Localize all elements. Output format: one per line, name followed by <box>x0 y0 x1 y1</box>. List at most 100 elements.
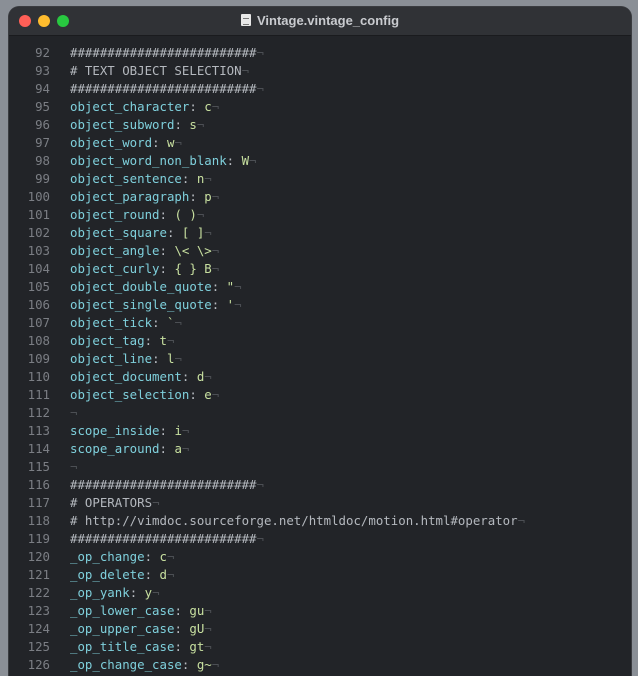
setting-value: \< \> <box>174 243 212 258</box>
code-line[interactable]: 114 scope_around: a¬ <box>9 440 631 458</box>
line-number: 121 <box>27 567 50 582</box>
code-line[interactable]: 116 #########################¬ <box>9 476 631 494</box>
code-line[interactable]: 120 _op_change: c¬ <box>9 548 631 566</box>
line-content: scope_around: a¬ <box>70 440 189 458</box>
code-line[interactable]: 104 object_curly: { } B¬ <box>9 260 631 278</box>
line-content: object_subword: s¬ <box>70 116 204 134</box>
line-number: 99 <box>35 171 50 186</box>
code-line[interactable]: 112 ¬ <box>9 404 631 422</box>
line-number: 113 <box>27 423 50 438</box>
setting-value: gU <box>189 621 205 636</box>
key-separator: : <box>129 585 145 600</box>
code-line[interactable]: 125 _op_title_case: gt¬ <box>9 638 631 656</box>
code-line[interactable]: 100 object_paragraph: p¬ <box>9 188 631 206</box>
setting-key: object_square <box>70 225 167 240</box>
file-icon <box>240 14 251 26</box>
setting-key: scope_around <box>70 441 160 456</box>
code-line[interactable]: 111 object_selection: e¬ <box>9 386 631 404</box>
line-end-marker: ¬ <box>167 333 175 348</box>
comment-text: ######################### <box>70 531 257 546</box>
line-content: object_document: d¬ <box>70 368 212 386</box>
code-line[interactable]: 119 #########################¬ <box>9 530 631 548</box>
setting-value: s <box>189 117 197 132</box>
line-content: object_paragraph: p¬ <box>70 188 219 206</box>
code-line[interactable]: 115 ¬ <box>9 458 631 476</box>
code-editor[interactable]: 92 #########################¬ 93 # TEXT OBJ… <box>9 36 631 674</box>
setting-value: [ ] <box>181 225 205 240</box>
line-end-marker: ¬ <box>204 225 212 240</box>
line-content: object_angle: \< \>¬ <box>70 242 219 260</box>
line-content: object_square: [ ]¬ <box>70 224 212 242</box>
line-number: 107 <box>27 315 50 330</box>
key-separator: : <box>159 207 175 222</box>
comment-text: # http://vimdoc.sourceforge.net/htmldoc/… <box>70 513 518 528</box>
code-line[interactable]: 109 object_line: l¬ <box>9 350 631 368</box>
comment-text: # TEXT OBJECT SELECTION <box>70 63 242 78</box>
setting-value: c <box>159 549 167 564</box>
code-line[interactable]: 121 _op_delete: d¬ <box>9 566 631 584</box>
line-content: object_sentence: n¬ <box>70 170 212 188</box>
line-number: 116 <box>27 477 50 492</box>
line-content: object_curly: { } B¬ <box>70 260 219 278</box>
setting-key: object_sentence <box>70 171 182 186</box>
line-number: 112 <box>27 405 50 420</box>
line-end-marker: ¬ <box>256 477 264 492</box>
setting-key: _op_title_case <box>70 639 175 654</box>
key-separator: : <box>211 297 227 312</box>
setting-value: g~ <box>196 657 212 672</box>
setting-key: object_tag <box>70 333 145 348</box>
key-separator: : <box>226 153 242 168</box>
line-end-marker: ¬ <box>204 639 212 654</box>
setting-value: e <box>204 387 212 402</box>
code-line[interactable]: 118 # http://vimdoc.sourceforge.net/htmld… <box>9 512 631 530</box>
code-line[interactable]: 106 object_single_quote: '¬ <box>9 296 631 314</box>
code-line[interactable]: 113 scope_inside: i¬ <box>9 422 631 440</box>
code-line[interactable]: 103 object_angle: \< \>¬ <box>9 242 631 260</box>
line-content: _op_upper_case: gU¬ <box>70 620 212 638</box>
setting-key: object_subword <box>70 117 175 132</box>
code-line[interactable]: 123 _op_lower_case: gu¬ <box>9 602 631 620</box>
code-line[interactable]: 117 # OPERATORS¬ <box>9 494 631 512</box>
setting-key: _op_lower_case <box>70 603 175 618</box>
code-line[interactable]: 110 object_document: d¬ <box>9 368 631 386</box>
line-end-marker: ¬ <box>211 189 220 204</box>
code-line[interactable]: 122 _op_yank: y¬ <box>9 584 631 602</box>
setting-key: object_double_quote <box>70 279 212 294</box>
line-number: 125 <box>27 639 50 654</box>
code-line[interactable]: 102 object_square: [ ]¬ <box>9 224 631 242</box>
code-line[interactable]: 92 #########################¬ <box>9 44 631 62</box>
line-content: _op_change_case: g~¬ <box>70 656 219 674</box>
line-number: 102 <box>27 225 50 240</box>
code-line[interactable]: 126 _op_change_case: g~¬ <box>9 656 631 674</box>
line-content: _op_change: c¬ <box>70 548 174 566</box>
code-line[interactable]: 98 object_word_non_blank: W¬ <box>9 152 631 170</box>
line-content: object_round: ( )¬ <box>70 206 204 224</box>
key-separator: : <box>189 189 205 204</box>
code-line[interactable]: 97 object_word: w¬ <box>9 134 631 152</box>
line-number: 126 <box>27 657 50 672</box>
line-content: object_single_quote: '¬ <box>70 296 242 314</box>
line-end-marker: ¬ <box>211 243 220 258</box>
code-line[interactable]: 94 #########################¬ <box>9 80 631 98</box>
setting-key: _op_change_case <box>70 657 182 672</box>
code-line[interactable]: 108 object_tag: t¬ <box>9 332 631 350</box>
code-line[interactable]: 124 _op_upper_case: gU¬ <box>9 620 631 638</box>
line-end-marker: ¬ <box>152 585 160 600</box>
code-line[interactable]: 99 object_sentence: n¬ <box>9 170 631 188</box>
line-content: object_word_non_blank: W¬ <box>70 152 257 170</box>
code-line[interactable]: 93 # TEXT OBJECT SELECTION¬ <box>9 62 631 80</box>
code-line[interactable]: 95 object_character: c¬ <box>9 98 631 116</box>
code-line[interactable]: 105 object_double_quote: "¬ <box>9 278 631 296</box>
key-separator: : <box>174 603 190 618</box>
code-line[interactable]: 96 object_subword: s¬ <box>9 116 631 134</box>
code-line[interactable]: 101 object_round: ( )¬ <box>9 206 631 224</box>
line-end-marker: ¬ <box>249 153 257 168</box>
line-end-marker: ¬ <box>211 387 220 402</box>
line-end-marker: ¬ <box>174 135 182 150</box>
line-number: 110 <box>27 369 50 384</box>
line-number: 97 <box>35 135 50 150</box>
setting-value: ( ) <box>174 207 197 222</box>
code-line[interactable]: 107 object_tick: `¬ <box>9 314 631 332</box>
line-end-marker: ¬ <box>241 63 250 78</box>
line-content: #########################¬ <box>70 530 264 548</box>
